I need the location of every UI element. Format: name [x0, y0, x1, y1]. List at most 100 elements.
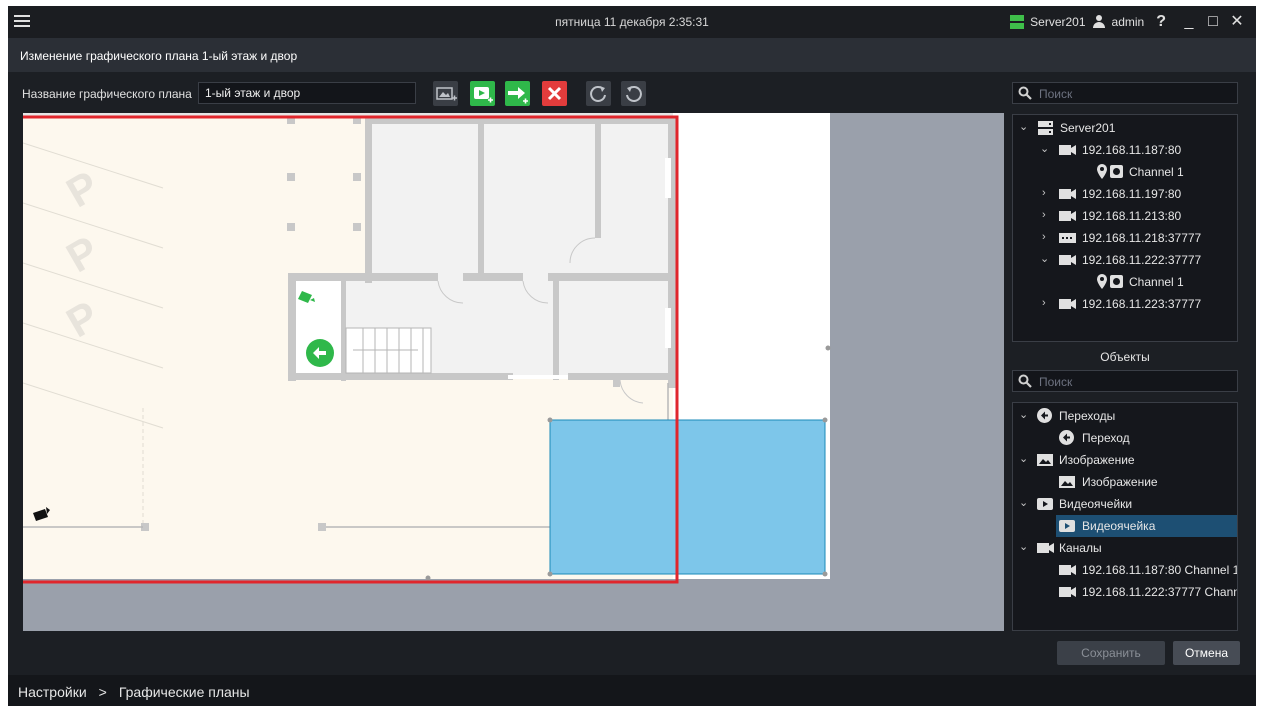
objects-item-label: Изображение	[1059, 453, 1135, 467]
undo-button[interactable]	[621, 81, 646, 106]
minimize-button[interactable]: _	[1180, 13, 1198, 31]
redo-icon	[590, 86, 606, 102]
search-icon	[1018, 86, 1032, 100]
image-icon	[1037, 454, 1053, 466]
page-header: Изменение графического плана 1-ый этаж и…	[8, 38, 1256, 72]
dvr-icon	[1059, 233, 1076, 243]
objects-item-channel[interactable]: 192.168.11.222:37777 Channe	[1013, 581, 1237, 603]
camera-icon	[1059, 145, 1076, 155]
tree-item-label: 192.168.11.213:80	[1082, 209, 1182, 223]
delete-button[interactable]	[542, 81, 567, 106]
server-search-placeholder: Поиск	[1039, 87, 1073, 101]
camera-icon	[1059, 211, 1076, 221]
breadcrumb-separator: >	[98, 684, 107, 700]
server-icon	[1038, 121, 1053, 135]
objects-search-placeholder: Поиск	[1039, 375, 1073, 389]
maximize-button[interactable]: □	[1204, 13, 1222, 31]
camera-icon	[1059, 189, 1076, 199]
close-window-button[interactable]: ✕	[1228, 13, 1246, 31]
objects-item-label: Переход	[1082, 431, 1130, 445]
objects-group-images[interactable]: ⌄ Изображение	[1013, 449, 1237, 471]
objects-search-field[interactable]: Поиск	[1012, 370, 1238, 392]
save-button[interactable]: Сохранить	[1057, 641, 1165, 665]
camera-icon	[1059, 255, 1076, 265]
breadcrumb: Настройки > Графические планы	[18, 684, 250, 700]
plan-canvas[interactable]: P P P	[23, 113, 1004, 631]
transition-icon	[1059, 430, 1074, 445]
plan-name-input[interactable]	[198, 82, 416, 104]
user-icon	[1092, 15, 1106, 29]
objects-item-videocell[interactable]: Видеоячейка	[1056, 515, 1237, 537]
add-videocell-icon	[474, 87, 493, 103]
add-transition-icon	[508, 87, 528, 104]
tree-item-label: 192.168.11.223:37777	[1082, 297, 1202, 311]
add-image-icon	[436, 87, 457, 101]
videocell-icon	[1037, 498, 1053, 510]
channel-icon	[1110, 165, 1123, 178]
search-icon	[1018, 374, 1032, 388]
objects-title: Объекты	[1100, 350, 1150, 364]
tree-item-channel[interactable]: Channel 1	[1013, 161, 1237, 183]
objects-item-label: Изображение	[1082, 475, 1158, 489]
tree-item-device[interactable]: › 192.168.11.223:37777	[1013, 293, 1237, 315]
tree-item-label: Channel 1	[1129, 275, 1184, 289]
objects-item-label: Переходы	[1059, 409, 1116, 423]
objects-item-image[interactable]: Изображение	[1013, 471, 1237, 493]
location-pin-icon	[1097, 164, 1107, 179]
server-tree: ⌄ Server201 ⌄ 192.168.11.187:80 Channel …	[1012, 114, 1238, 342]
breadcrumb-settings[interactable]: Настройки	[18, 684, 87, 700]
add-videocell-button[interactable]	[470, 81, 495, 106]
undo-icon	[626, 86, 642, 102]
image-resize-handle[interactable]	[425, 575, 431, 581]
tree-item-channel[interactable]: Channel 1	[1013, 271, 1237, 293]
server-status-icon	[1010, 15, 1025, 29]
location-pin-icon	[1097, 274, 1107, 289]
objects-item-label: 192.168.11.222:37777 Channe	[1082, 585, 1238, 599]
user-name[interactable]: admin	[1112, 15, 1145, 29]
plan-name-label: Название графического плана	[22, 87, 192, 101]
objects-item-label: Видеоячейки	[1059, 497, 1133, 511]
objects-group-videocells[interactable]: ⌄ Видеоячейки	[1013, 493, 1237, 515]
redo-button[interactable]	[586, 81, 611, 106]
objects-item-label: Каналы	[1059, 541, 1102, 555]
tree-item-device[interactable]: ⌄ 192.168.11.222:37777	[1013, 249, 1237, 271]
page-title: Изменение графического плана 1-ый этаж и…	[20, 49, 298, 63]
help-icon[interactable]: ?	[1156, 13, 1166, 31]
tree-item-server[interactable]: ⌄ Server201	[1013, 117, 1237, 139]
server-search-field[interactable]: Поиск	[1012, 82, 1238, 104]
camera-icon	[1059, 565, 1076, 575]
tree-item-device[interactable]: › 192.168.11.218:37777	[1013, 227, 1237, 249]
cancel-button[interactable]: Отмена	[1173, 641, 1240, 665]
tree-item-label: Server201	[1060, 121, 1116, 135]
delete-icon	[547, 86, 562, 101]
tree-item-label: 192.168.11.187:80	[1082, 143, 1182, 157]
objects-item-channel[interactable]: 192.168.11.187:80 Channel 1	[1013, 559, 1237, 581]
breadcrumb-graphic-plans[interactable]: Графические планы	[119, 684, 250, 700]
tree-item-label: Channel 1	[1129, 165, 1184, 179]
videocell-object[interactable]	[547, 417, 828, 577]
objects-group-transitions[interactable]: ⌄ Переходы	[1013, 405, 1237, 427]
camera-icon	[1037, 543, 1054, 553]
transition-icon	[1037, 408, 1052, 423]
tree-item-device[interactable]: ⌄ 192.168.11.187:80	[1013, 139, 1237, 161]
objects-item-label: 192.168.11.187:80 Channel 1	[1082, 563, 1238, 577]
objects-item-transition[interactable]: Переход	[1013, 427, 1237, 449]
objects-group-channels[interactable]: ⌄ Каналы	[1013, 537, 1237, 559]
objects-item-label: Видеоячейка	[1082, 519, 1156, 533]
add-transition-button[interactable]	[505, 81, 530, 106]
videocell-icon	[1059, 520, 1075, 532]
breadcrumb-bar: Настройки > Графические планы	[8, 675, 1256, 706]
image-icon	[1059, 476, 1075, 488]
tree-item-device[interactable]: › 192.168.11.213:80	[1013, 205, 1237, 227]
tree-item-label: 192.168.11.218:37777	[1082, 231, 1202, 245]
app-window: пятница 11 декабря 2:35:31 Server201 adm…	[8, 6, 1256, 706]
image-resize-handle[interactable]	[825, 345, 831, 351]
tree-item-device[interactable]: › 192.168.11.197:80	[1013, 183, 1237, 205]
camera-icon	[1059, 587, 1076, 597]
add-image-button[interactable]	[433, 81, 458, 106]
transition-marker[interactable]	[306, 339, 334, 367]
server-name[interactable]: Server201	[1030, 15, 1085, 29]
objects-tree: ⌄ Переходы Переход ⌄ Изображение Изображ…	[1012, 402, 1238, 631]
channel-icon	[1110, 275, 1123, 288]
camera-icon	[1059, 299, 1076, 309]
